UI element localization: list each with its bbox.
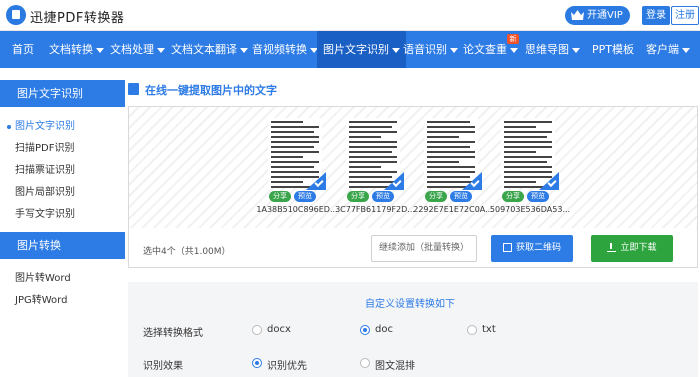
share-button[interactable]: 分享 [502, 191, 524, 202]
radio-mixed-layout[interactable] [360, 358, 370, 368]
preview-button[interactable]: 预览 [450, 191, 472, 202]
file-thumbnail [268, 118, 322, 188]
file-card[interactable]: 分享 预览 2292E7E1E72C0A... [413, 118, 493, 214]
nav-label: 语音识别 [403, 43, 447, 56]
file-thumbnail [424, 118, 478, 188]
file-name: 2292E7E1E72C0A... [413, 205, 493, 214]
file-name: 509703E536DA53... [489, 205, 571, 214]
nav-home[interactable]: 首页 [12, 31, 34, 68]
file-card[interactable]: 分享 预览 1A38B510C896ED... [256, 118, 338, 214]
sidebar-item-image-to-word[interactable]: 图片转Word [0, 268, 120, 290]
main-nav: 首页 文档转换 文档处理 文档文本翻译 音视频转换 图片文字识别 语音识别 论文… [0, 31, 700, 68]
top-bar: 迅捷PDF转换器 开通VIP 登录 注册 [0, 0, 700, 31]
radio-recognition-first[interactable] [252, 358, 262, 368]
caret-down-icon [240, 47, 248, 53]
share-button[interactable]: 分享 [347, 191, 369, 202]
preview-button[interactable]: 预览 [527, 191, 549, 202]
sidebar-item-image-partial[interactable]: 图片局部识别 [0, 182, 120, 204]
nav-client[interactable]: 客户端 [646, 31, 690, 68]
sidebar-item-jpg-to-word[interactable]: JPG转Word [0, 290, 120, 312]
caret-down-icon [682, 47, 690, 53]
sidebar-item-image-ocr[interactable]: 图片文字识别 [0, 116, 120, 138]
nav-av-convert[interactable]: 音视频转换 [252, 31, 318, 68]
radio-txt[interactable] [467, 325, 477, 335]
share-button[interactable]: 分享 [269, 191, 291, 202]
file-thumbnail [501, 118, 555, 188]
nav-label: 客户端 [646, 43, 679, 56]
effect-label: 识别效果 [143, 361, 183, 372]
nav-doc-convert[interactable]: 文档转换 [49, 31, 104, 68]
radio-docx[interactable] [252, 325, 262, 335]
format-label: 选择转换格式 [143, 328, 203, 339]
nav-label: 首页 [12, 43, 34, 56]
vip-button[interactable]: 开通VIP [565, 6, 630, 25]
sidebar-item-handwriting[interactable]: 手写文字识别 [0, 204, 120, 226]
page-title: 在线一键提取图片中的文字 [145, 84, 277, 97]
caret-down-icon [96, 47, 104, 53]
radio-label-doc: doc [375, 324, 393, 335]
qrcode-icon [502, 243, 512, 252]
crown-icon [571, 10, 584, 20]
file-card[interactable]: 分享 预览 3C77FB61179F2D... [335, 118, 415, 214]
nav-ppt-template[interactable]: PPT模板 [592, 31, 634, 68]
sidebar-section-image-convert: 图片转换 [0, 232, 125, 259]
register-button[interactable]: 注册 [671, 6, 699, 25]
caret-down-icon [450, 47, 458, 53]
settings-title: 自定义设置转换如下 [365, 299, 455, 310]
download-label: 立即下载 [620, 243, 657, 253]
word-doc-icon [128, 83, 139, 95]
sidebar-item-scan-ticket[interactable]: 扫描票证识别 [0, 160, 120, 182]
selected-count: 选中4个（共1.00M） [143, 247, 231, 257]
nav-label: 论文查重 [463, 43, 507, 56]
file-card[interactable]: 分享 预览 509703E536DA53... [490, 118, 570, 214]
radio-label-mixed-layout: 图文混排 [375, 361, 415, 372]
login-button[interactable]: 登录 [642, 6, 670, 25]
app-name: 迅捷PDF转换器 [30, 11, 125, 26]
nav-image-ocr[interactable]: 图片文字识别 [317, 31, 406, 68]
qrcode-label: 获取二维码 [515, 243, 561, 253]
download-icon [607, 243, 617, 252]
caret-down-icon [157, 47, 165, 53]
continue-add-button[interactable]: 继续添加（批量转换） [371, 235, 477, 262]
nav-label: 思维导图 [525, 43, 569, 56]
caret-down-icon [510, 47, 518, 53]
nav-label: 文档文本翻译 [171, 43, 237, 56]
radio-label-recognition-first: 识别优先 [267, 361, 307, 372]
radio-label-txt: txt [482, 324, 496, 335]
radio-label-docx: docx [267, 324, 291, 335]
nav-label: 图片文字识别 [323, 43, 389, 56]
nav-label: 文档转换 [49, 43, 93, 56]
radio-doc[interactable] [360, 325, 370, 335]
caret-down-icon [572, 47, 580, 53]
download-button[interactable]: 立即下载 [591, 235, 673, 262]
nav-voice-recog[interactable]: 语音识别 [403, 31, 458, 68]
sidebar-section-ocr: 图片文字识别 [0, 80, 125, 107]
nav-mindmap[interactable]: 思维导图 [525, 31, 580, 68]
file-thumbnail [346, 118, 400, 188]
nav-label: PPT模板 [592, 43, 634, 56]
nav-doc-process[interactable]: 文档处理 [110, 31, 165, 68]
vip-label: 开通VIP [587, 10, 623, 21]
nav-label: 文档处理 [110, 43, 154, 56]
file-name: 3C77FB61179F2D... [335, 205, 415, 214]
share-button[interactable]: 分享 [425, 191, 447, 202]
nav-label: 音视频转换 [252, 43, 307, 56]
get-qrcode-button[interactable]: 获取二维码 [491, 235, 573, 262]
preview-button[interactable]: 预览 [372, 191, 394, 202]
app-logo-icon [6, 5, 26, 25]
file-name: 1A38B510C896ED... [256, 205, 338, 214]
nav-doc-translate[interactable]: 文档文本翻译 [171, 31, 248, 68]
new-badge: 新 [507, 34, 519, 44]
sidebar-item-scan-pdf[interactable]: 扫描PDF识别 [0, 138, 120, 160]
preview-button[interactable]: 预览 [294, 191, 316, 202]
caret-down-icon [392, 47, 400, 53]
